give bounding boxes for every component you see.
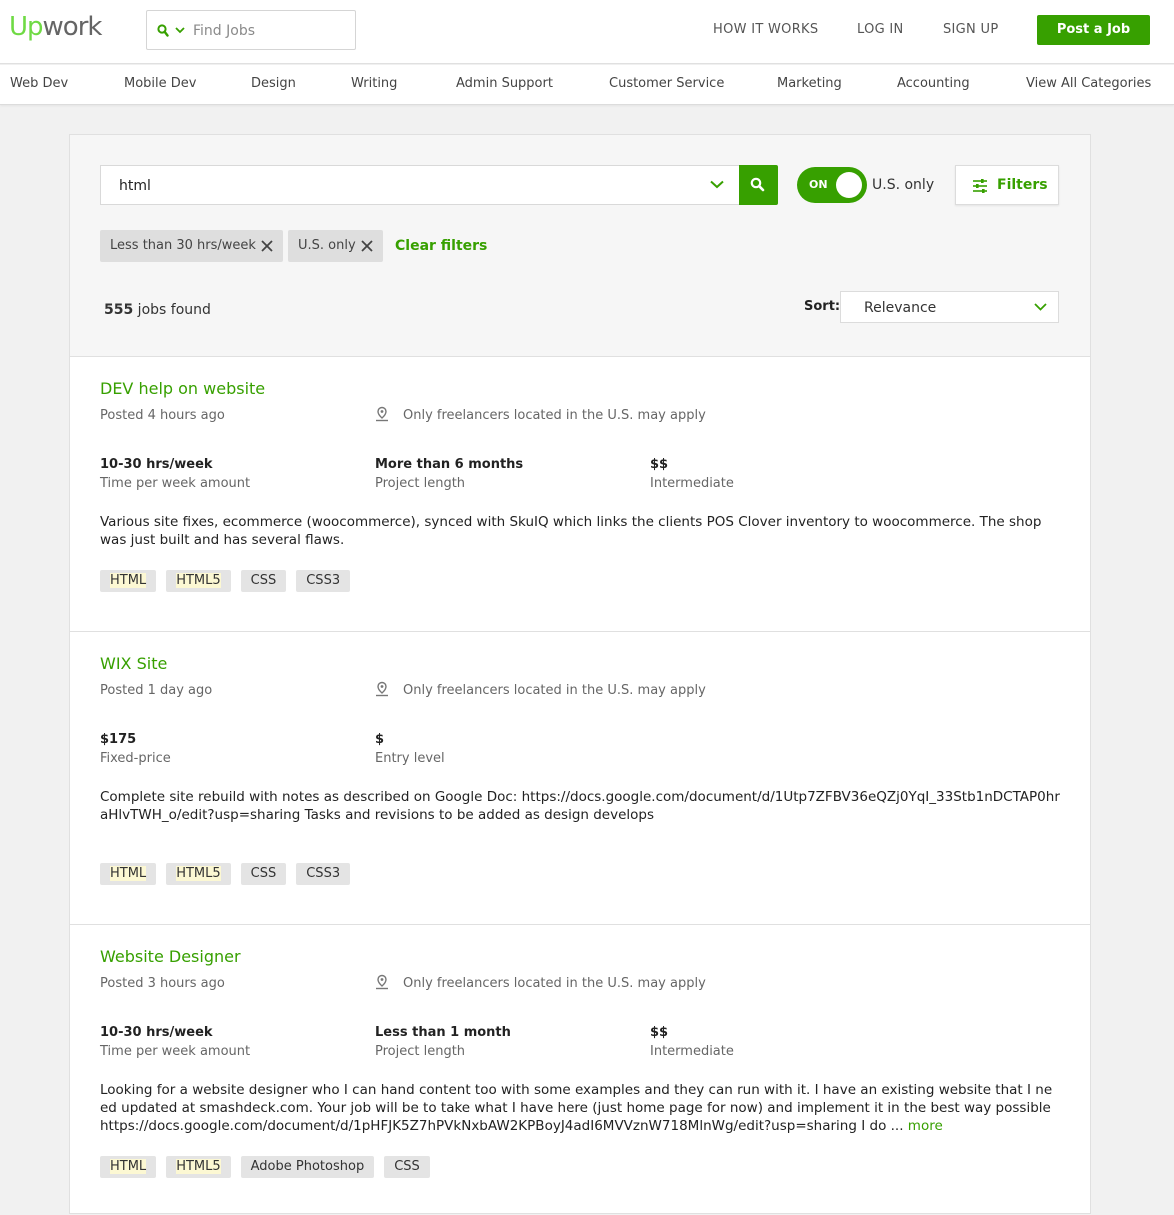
find-jobs-placeholder: Find Jobs (193, 23, 256, 39)
skill-tag[interactable]: Adobe Photoshop (240, 1156, 375, 1178)
category-writing[interactable]: Writing (351, 76, 397, 91)
location-pin-icon (376, 974, 388, 990)
filter-chip-us-only: U.S. only (288, 230, 383, 262)
job-card: Website Designer Posted 3 hours ago Only… (70, 925, 1090, 1215)
job-location-restriction: Only freelancers located in the U.S. may… (403, 976, 706, 991)
skill-tag[interactable]: CSS (240, 570, 287, 592)
job-title-link[interactable]: WIX Site (100, 654, 167, 673)
job-skill-tags: HTML HTML5 CSS CSS3 (100, 863, 360, 885)
sort-select[interactable]: Relevance (840, 291, 1059, 323)
close-icon[interactable] (361, 240, 373, 252)
filter-chip-hours: Less than 30 hrs/week (100, 230, 283, 262)
sliders-icon (973, 179, 987, 193)
top-navbar: Upwork Find Jobs HOW IT WORKS LOG IN SIG… (0, 0, 1174, 64)
nav-log-in[interactable]: LOG IN (857, 22, 904, 37)
category-web-dev[interactable]: Web Dev (10, 76, 68, 91)
job-stat-level: $$ Intermediate (650, 1025, 734, 1059)
skill-tag[interactable]: HTML (100, 1156, 157, 1178)
job-stat-length: Less than 1 month Project length (375, 1025, 511, 1059)
skill-tag[interactable]: HTML5 (166, 1156, 231, 1178)
clear-filters-link[interactable]: Clear filters (395, 238, 487, 254)
skill-tag[interactable]: HTML5 (166, 863, 231, 885)
job-posted-time: Posted 1 day ago (100, 683, 213, 698)
job-stat-length: More than 6 months Project length (375, 457, 524, 491)
category-mobile-dev[interactable]: Mobile Dev (124, 76, 196, 91)
job-search-input[interactable]: html (100, 165, 740, 205)
upwork-logo[interactable]: Upwork (9, 12, 102, 42)
job-stat-level: $$ Intermediate (650, 457, 734, 491)
nav-sign-up[interactable]: SIGN UP (943, 22, 998, 37)
skill-tag[interactable]: CSS (384, 1156, 430, 1178)
job-stat-level: $ Entry level (375, 732, 445, 766)
skill-tag[interactable]: CSS (240, 863, 287, 885)
job-stat-hours: 10-30 hrs/week Time per week amount (100, 1025, 251, 1059)
close-icon[interactable] (261, 240, 273, 252)
job-description: Looking for a website designer who I can… (100, 1082, 1053, 1134)
filters-label: Filters (997, 177, 1048, 193)
skill-tag[interactable]: HTML (100, 570, 157, 592)
filter-chip-label: U.S. only (298, 238, 356, 253)
toggle-state-label: ON (809, 178, 828, 191)
category-marketing[interactable]: Marketing (777, 76, 842, 91)
sort-label: Sort: (804, 299, 841, 314)
search-query: html (119, 178, 151, 194)
filter-chip-label: Less than 30 hrs/week (110, 238, 256, 253)
search-button[interactable] (739, 165, 778, 205)
job-posted-time: Posted 3 hours ago (100, 976, 225, 991)
job-posted-time: Posted 4 hours ago (100, 408, 225, 423)
job-stat-budget: $175 Fixed-price (100, 732, 171, 766)
job-title-link[interactable]: Website Designer (100, 947, 241, 966)
category-bar: Web Dev Mobile Dev Design Writing Admin … (0, 65, 1174, 105)
sort-value: Relevance (864, 300, 937, 316)
toggle-knob (836, 172, 862, 198)
skill-tag[interactable]: CSS3 (296, 863, 351, 885)
results-count: 555 jobs found (104, 302, 211, 318)
job-title-link[interactable]: DEV help on website (100, 379, 265, 398)
chevron-down-icon (1034, 303, 1047, 311)
chevron-down-icon[interactable] (710, 180, 724, 189)
us-only-label: U.S. only (872, 177, 935, 193)
post-job-button[interactable]: Post a Job (1037, 15, 1150, 45)
job-skill-tags: HTML HTML5 CSS CSS3 (100, 570, 360, 592)
search-header: html ON U.S. only Filters Less than 30 h… (70, 135, 1090, 357)
skill-tag[interactable]: HTML (100, 863, 157, 885)
more-link[interactable]: more (908, 1118, 943, 1134)
job-description: Complete site rebuild with notes as desc… (100, 789, 1060, 823)
job-card: DEV help on website Posted 4 hours ago O… (70, 357, 1090, 632)
category-admin-support[interactable]: Admin Support (456, 76, 553, 91)
us-only-toggle[interactable]: ON (797, 167, 867, 203)
skill-tag[interactable]: CSS3 (296, 570, 351, 592)
category-view-all[interactable]: View All Categories (1026, 76, 1151, 91)
job-location-restriction: Only freelancers located in the U.S. may… (403, 683, 706, 698)
location-pin-icon (376, 681, 388, 697)
category-customer-service[interactable]: Customer Service (609, 76, 724, 91)
find-jobs-search[interactable]: Find Jobs (146, 10, 356, 50)
chevron-down-icon[interactable] (175, 27, 185, 34)
nav-how-it-works[interactable]: HOW IT WORKS (713, 22, 818, 37)
job-description: Various site fixes, ecommerce (woocommer… (100, 514, 1042, 548)
job-card: WIX Site Posted 1 day ago Only freelance… (70, 632, 1090, 925)
category-design[interactable]: Design (251, 76, 296, 91)
job-search-panel: html ON U.S. only Filters Less than 30 h… (69, 134, 1091, 1214)
job-stat-hours: 10-30 hrs/week Time per week amount (100, 457, 251, 491)
location-pin-icon (376, 406, 388, 422)
search-icon (750, 177, 765, 192)
category-accounting[interactable]: Accounting (897, 76, 970, 91)
filters-button[interactable]: Filters (955, 165, 1059, 205)
job-location-restriction: Only freelancers located in the U.S. may… (403, 408, 706, 423)
search-icon (157, 24, 169, 37)
job-skill-tags: HTML HTML5 Adobe Photoshop CSS (100, 1156, 440, 1178)
skill-tag[interactable]: HTML5 (166, 570, 231, 592)
